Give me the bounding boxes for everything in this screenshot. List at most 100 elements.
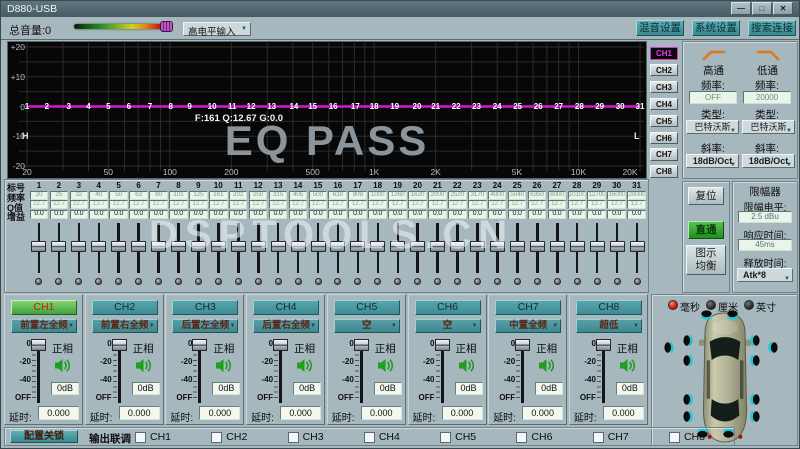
minimize-icon[interactable]: — — [731, 2, 751, 15]
eq-slider-handle[interactable] — [529, 241, 545, 252]
graph-channel-ch1[interactable]: CH1 — [650, 47, 678, 60]
channel-button-ch4[interactable]: CH4 — [253, 300, 320, 315]
eq-slider-handle[interactable] — [549, 241, 565, 252]
channel-button-ch5[interactable]: CH5 — [333, 300, 400, 315]
band-freq-field[interactable]: 4000 — [487, 190, 507, 200]
master-volume-thumb[interactable] — [160, 21, 173, 32]
eq-slider-handle[interactable] — [190, 241, 206, 252]
config-lock-button[interactable]: 配置关锁 — [10, 430, 78, 443]
band-gain-field[interactable]: 0.0 — [149, 209, 168, 219]
eq-slider-handle[interactable] — [230, 241, 246, 252]
unit-radio-0[interactable] — [668, 300, 678, 310]
limiter-attack-field[interactable]: 45ms — [738, 239, 792, 251]
close-icon[interactable]: ✕ — [773, 2, 793, 15]
eq-band-point[interactable]: 26 — [531, 102, 545, 111]
band-gain-field[interactable]: 0.0 — [368, 209, 387, 219]
eq-band-point[interactable]: 29 — [593, 102, 607, 111]
channel-button-ch8[interactable]: CH8 — [575, 300, 642, 315]
band-q-field[interactable]: 12.7 — [368, 200, 387, 210]
band-gain-field[interactable]: 0.0 — [547, 209, 567, 219]
volume-fader-handle[interactable] — [595, 339, 611, 351]
band-gain-field[interactable]: 0.0 — [268, 209, 288, 219]
lp-slope-select[interactable]: 18dB/Oct ▼ — [742, 154, 795, 168]
eq-band-point[interactable]: 30 — [613, 102, 627, 111]
eq-slider-handle[interactable] — [370, 241, 386, 252]
band-gain-field[interactable]: 0.0 — [208, 209, 228, 219]
delay-field[interactable]: 0.000 — [38, 406, 79, 420]
eq-slider-handle[interactable] — [489, 241, 505, 252]
band-freq-field[interactable]: 20000 — [627, 190, 646, 200]
delay-field[interactable]: 0.000 — [360, 406, 402, 420]
band-q-field[interactable]: 12.7 — [129, 200, 148, 210]
band-q-field[interactable]: 12.7 — [487, 200, 507, 210]
band-freq-field[interactable]: 1620 — [408, 190, 427, 200]
gain-field[interactable]: 0dB — [51, 382, 79, 395]
band-q-field[interactable]: 12.7 — [248, 200, 268, 210]
band-freq-field[interactable]: 8000 — [547, 190, 567, 200]
eq-slider-handle[interactable] — [390, 241, 406, 252]
gain-field[interactable]: 0dB — [131, 382, 160, 395]
band-freq-field[interactable]: 3170 — [467, 190, 487, 200]
band-q-field[interactable]: 12.7 — [507, 200, 527, 210]
eq-band-point[interactable]: 12 — [244, 102, 258, 111]
band-q-field[interactable]: 12.7 — [428, 200, 447, 210]
reset-button[interactable]: 复位 — [688, 187, 724, 205]
checkbox-ch2[interactable] — [211, 431, 223, 443]
speaker-mute-button[interactable] — [54, 358, 72, 376]
limiter-level-field[interactable]: 2.5 dBu — [738, 211, 792, 223]
speaker-mute-button[interactable] — [135, 358, 153, 376]
band-freq-field[interactable]: 80 — [149, 190, 168, 200]
band-gain-field[interactable]: 0.0 — [408, 209, 427, 219]
band-gain-field[interactable]: 0.0 — [228, 209, 248, 219]
eq-slider-handle[interactable] — [509, 241, 525, 252]
eq-band-point[interactable]: 3 — [62, 102, 76, 111]
eq-band-point[interactable]: 16 — [326, 102, 340, 111]
volume-fader-track[interactable] — [198, 343, 202, 403]
speaker-mute-button[interactable] — [215, 358, 233, 376]
band-gain-field[interactable]: 0.0 — [527, 209, 547, 219]
band-q-field[interactable]: 12.7 — [149, 200, 168, 210]
band-gain-field[interactable]: 0.0 — [189, 209, 208, 219]
band-q-field[interactable]: 12.7 — [89, 200, 109, 210]
graph-channel-ch2[interactable]: CH2 — [650, 63, 678, 77]
unit-radio-2[interactable] — [744, 300, 754, 310]
checkbox-ch6[interactable] — [516, 431, 528, 443]
eq-slider-handle[interactable] — [589, 241, 605, 252]
gain-field[interactable]: 0dB — [454, 382, 483, 395]
band-freq-field[interactable]: 202 — [228, 190, 248, 200]
band-freq-field[interactable]: 2000 — [428, 190, 447, 200]
limiter-release-select[interactable]: Atk*8 ▼ — [737, 268, 793, 282]
checkbox-ch3[interactable] — [287, 431, 299, 443]
gain-field[interactable]: 0dB — [373, 382, 402, 395]
band-gain-field[interactable]: 0.0 — [567, 209, 587, 219]
volume-fader-handle[interactable] — [192, 339, 208, 351]
band-freq-field[interactable]: 405 — [288, 190, 308, 200]
eq-slider-handle[interactable] — [31, 241, 47, 252]
volume-fader-handle[interactable] — [515, 339, 531, 351]
volume-fader-track[interactable] — [521, 343, 525, 403]
band-q-field[interactable]: 12.7 — [467, 200, 487, 210]
eq-band-point[interactable]: 23 — [470, 102, 484, 111]
delay-field[interactable]: 0.000 — [118, 406, 160, 420]
eq-band-point[interactable]: 13 — [265, 102, 279, 111]
band-gain-field[interactable]: 0.0 — [49, 209, 69, 219]
eq-band-point[interactable]: 21 — [429, 102, 443, 111]
eq-band-point[interactable]: 7 — [143, 102, 157, 111]
source-select-ch8[interactable]: 超低 ▼ — [575, 319, 642, 333]
band-q-field[interactable]: 12.7 — [527, 200, 547, 210]
graph-channel-ch5[interactable]: CH5 — [650, 114, 678, 128]
speaker-mute-button[interactable] — [619, 358, 637, 376]
eq-slider-handle[interactable] — [250, 241, 266, 252]
eq-band-point[interactable]: 22 — [449, 102, 463, 111]
band-q-field[interactable]: 12.7 — [547, 200, 567, 210]
eq-slider-handle[interactable] — [210, 241, 226, 252]
band-freq-field[interactable]: 161 — [208, 190, 228, 200]
volume-fader-track[interactable] — [440, 343, 444, 403]
band-gain-field[interactable]: 0.0 — [328, 209, 348, 219]
band-freq-field[interactable]: 125 — [189, 190, 208, 200]
volume-fader-track[interactable] — [359, 343, 363, 403]
delay-field[interactable]: 0.000 — [602, 406, 644, 420]
band-gain-field[interactable]: 0.0 — [467, 209, 487, 219]
band-gain-field[interactable]: 0.0 — [627, 209, 646, 219]
eq-slider-handle[interactable] — [171, 241, 186, 252]
